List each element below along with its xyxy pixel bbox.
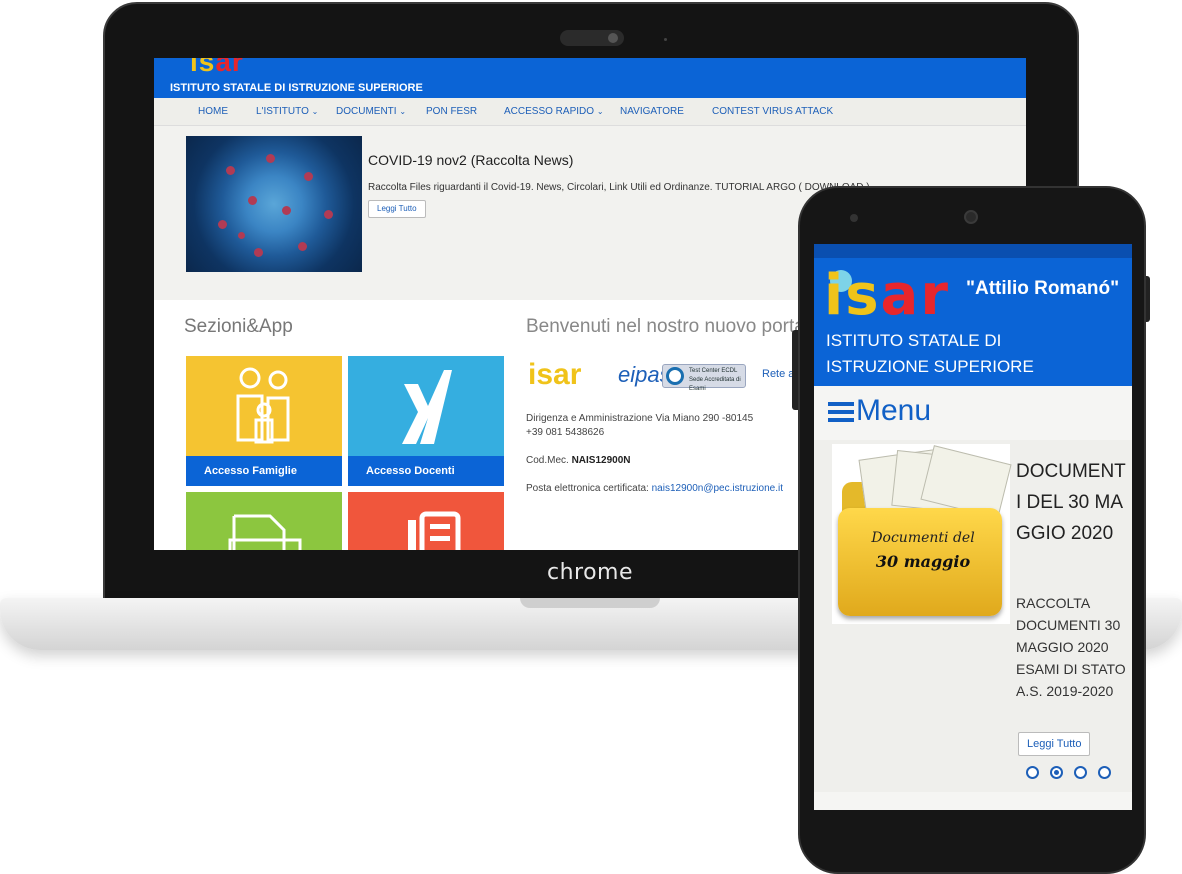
site-logo[interactable]: isar xyxy=(190,58,244,78)
slide-text: RACCOLTA DOCUMENTI 30 MAGGIO 2020 ESAMI … xyxy=(1016,595,1126,699)
nav-contest-virus-attack[interactable]: CONTEST VIRUS ATTACK xyxy=(712,106,833,117)
phone-status-bar xyxy=(814,244,1132,258)
tile-accesso-famiglie[interactable]: Accesso Famiglie xyxy=(186,356,342,486)
site-subtitle: ISTITUTO STATALE DI ISTRUZIONE SUPERIORE xyxy=(170,82,423,94)
covid-virus-image[interactable] xyxy=(186,136,362,272)
read-more-button[interactable]: Leggi Tutto xyxy=(368,200,426,218)
laptop-brand: chrome xyxy=(546,560,634,585)
phone-camera-icon xyxy=(964,210,978,224)
family-icon xyxy=(236,367,290,444)
pec-line: Posta elettronica certificata: nais12900… xyxy=(526,483,783,494)
slide-title[interactable]: DOCUMENTI DEL 30 MAGGIO 2020 xyxy=(1016,456,1126,549)
feature-title[interactable]: COVID-19 nov2 (Raccolta News) xyxy=(368,152,573,168)
carousel-dot-1[interactable] xyxy=(1026,766,1039,779)
tile-list[interactable] xyxy=(348,492,504,550)
mobile-slide: Documenti del 30 maggio DOCUMENTI DEL 30… xyxy=(814,440,1132,792)
main-nav: HOME L'ISTITUTO ⌄ DOCUMENTI ⌄ PON FESR A… xyxy=(154,98,1026,126)
isar-logo[interactable]: isar xyxy=(528,358,581,392)
nav-accesso-rapido[interactable]: ACCESSO RAPIDO ⌄ xyxy=(504,106,604,117)
feature-text: Raccolta Files riguardanti il Covid-19. … xyxy=(368,182,870,193)
carousel-dot-3[interactable] xyxy=(1074,766,1087,779)
address-text: Dirigenza e Amministrazione Via Miano 29… xyxy=(526,413,754,424)
nav-documenti[interactable]: DOCUMENTI ⌄ xyxy=(336,106,406,117)
folder-text-line1: Documenti del xyxy=(871,530,975,546)
mobile-subtitle: ISTITUTO STATALE DI ISTRUZIONE SUPERIORE xyxy=(826,331,1034,376)
checkmark-x-icon xyxy=(402,370,452,444)
nav-istituto[interactable]: L'ISTITUTO ⌄ xyxy=(256,106,318,117)
site-header: isar ISTITUTO STATALE DI ISTRUZIONE SUPE… xyxy=(154,58,1026,98)
tile-accesso-docenti[interactable]: Accesso Docenti xyxy=(348,356,504,486)
phone-text: +39 081 5438626 xyxy=(526,427,605,438)
nav-navigatore[interactable]: NAVIGATORE xyxy=(620,106,684,117)
list-document-icon xyxy=(408,511,461,550)
carousel-dot-2[interactable] xyxy=(1050,766,1063,779)
hamburger-icon xyxy=(828,398,854,426)
chevron-down-icon: ⌄ xyxy=(596,107,604,116)
ecdl-ring-icon xyxy=(666,367,684,385)
mobile-read-more-button[interactable]: Leggi Tutto xyxy=(1018,732,1091,756)
documents-folder-image[interactable]: Documenti del 30 maggio xyxy=(832,444,1012,624)
carousel-indicators xyxy=(1026,766,1126,780)
folder-text-line2: 30 maggio xyxy=(875,552,971,571)
tile-pdf[interactable] xyxy=(186,492,342,550)
webcam-icon xyxy=(608,33,618,43)
nav-pon-fesr[interactable]: PON FESR xyxy=(426,106,477,117)
phone-screen: isar "Attilio Romanó" ISTITUTO STATALE D… xyxy=(814,244,1132,810)
laptop-base-notch xyxy=(520,598,660,608)
sections-title: Sezioni&App xyxy=(184,316,293,337)
mobile-menu-button[interactable]: Menu xyxy=(828,394,931,428)
tile-label: Accesso Docenti xyxy=(348,456,504,486)
mobile-site-logo[interactable]: isar xyxy=(824,264,950,328)
welcome-title: Benvenuti nel nostro nuovo portale xyxy=(526,316,820,337)
chevron-down-icon: ⌄ xyxy=(399,107,407,116)
partner-logos: isar eipass Test Center ECDL Sede Accred… xyxy=(526,358,826,394)
ecdl-logo[interactable]: Test Center ECDL Sede Accreditata di Esa… xyxy=(662,364,746,392)
mobile-header: isar "Attilio Romanó" ISTITUTO STATALE D… xyxy=(814,258,1132,386)
tile-label: Accesso Famiglie xyxy=(186,456,342,486)
light-sensor xyxy=(664,38,667,41)
nav-home[interactable]: HOME xyxy=(198,106,228,117)
codmec-line: Cod.Mec. NAIS12900N xyxy=(526,455,631,466)
rete-link[interactable]: Rete a xyxy=(762,368,794,380)
phone-sensor xyxy=(850,214,858,222)
mobile-motto: "Attilio Romanó" xyxy=(966,278,1120,299)
pec-email-link[interactable]: nais12900n@pec.istruzione.it xyxy=(652,483,783,494)
chevron-down-icon: ⌄ xyxy=(311,107,319,116)
pdf-document-icon xyxy=(228,514,302,550)
carousel-dot-4[interactable] xyxy=(1098,766,1111,779)
